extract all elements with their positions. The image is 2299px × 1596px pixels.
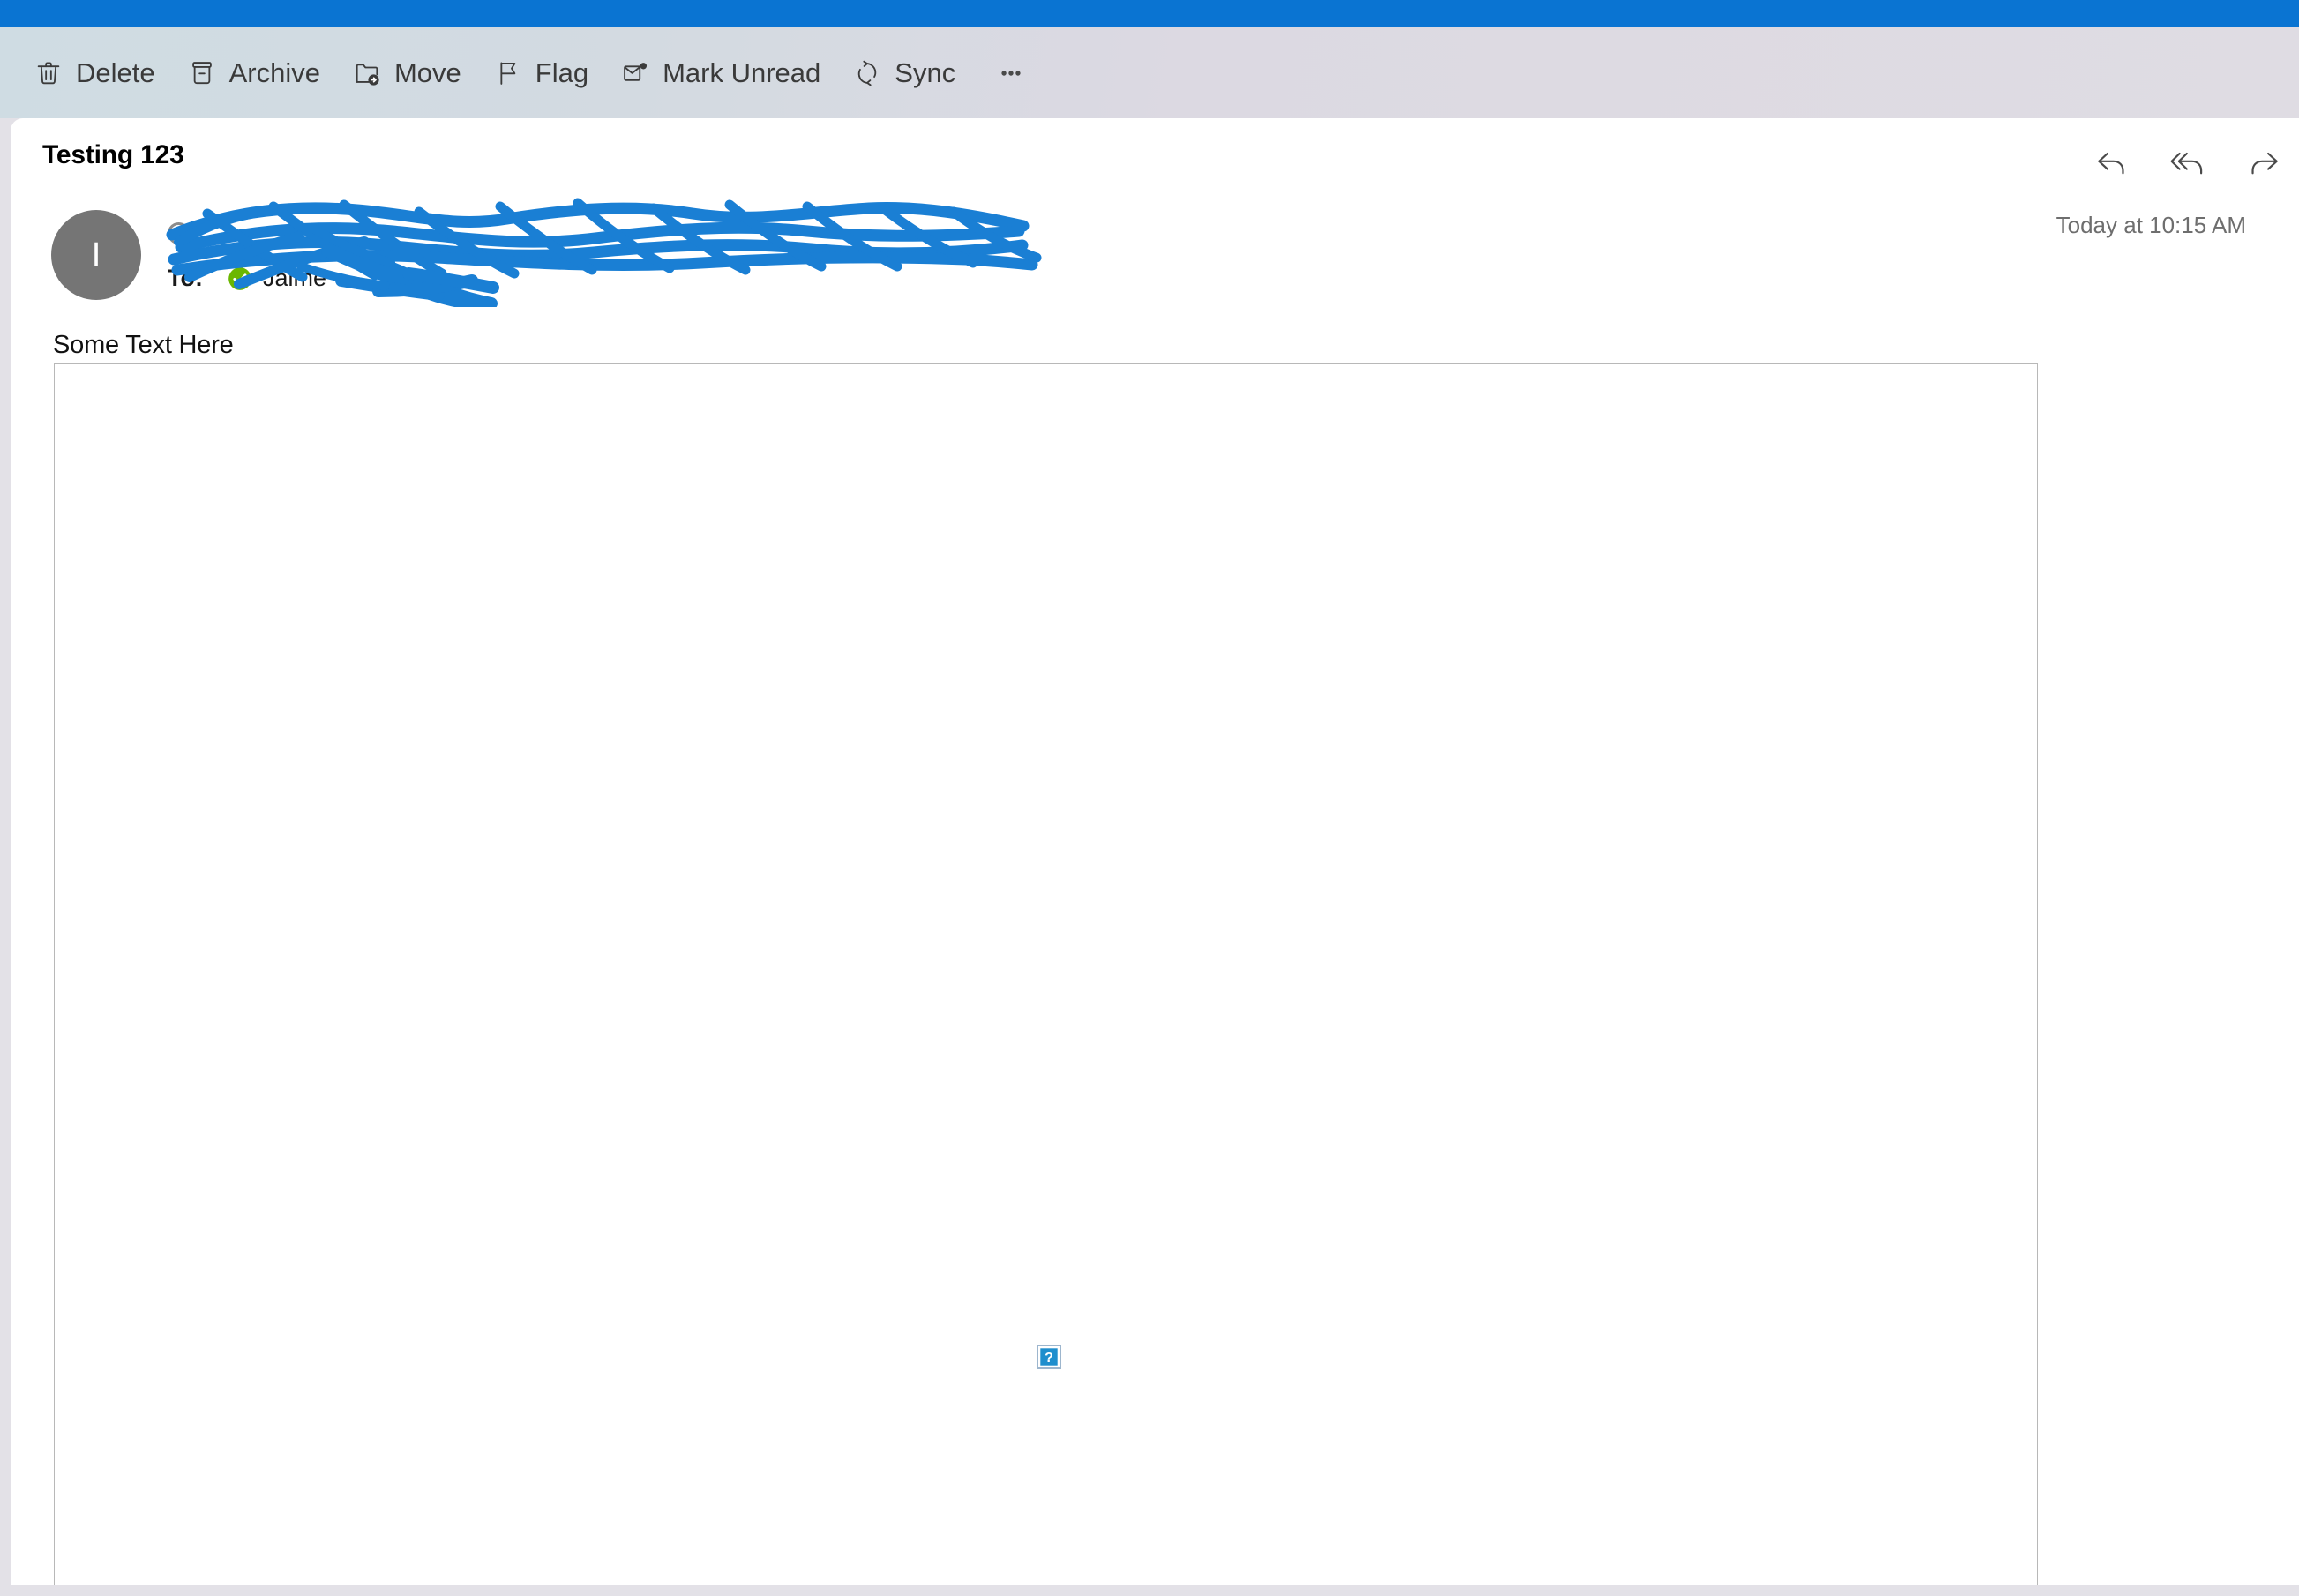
archive-button[interactable]: Archive: [175, 46, 340, 101]
delete-button[interactable]: Delete: [21, 46, 175, 101]
recipient-row: To: Jaime: [168, 265, 326, 292]
command-toolbar: Delete Archive Move Flag Mark Unread Syn…: [0, 27, 2299, 118]
folder-arrow-icon: [352, 58, 382, 88]
flag-icon: [493, 58, 523, 88]
reply-arrow-icon: [2093, 146, 2131, 181]
recipient-label: To:: [168, 265, 203, 291]
avatar-initial: I: [91, 236, 101, 273]
message-timestamp: Today at 10:15 AM: [2056, 212, 2246, 238]
ellipsis-icon: [996, 58, 1026, 88]
sync-button[interactable]: Sync: [840, 46, 975, 101]
trash-icon: [34, 58, 64, 88]
flag-button[interactable]: Flag: [481, 46, 608, 101]
archive-button-label: Archive: [228, 57, 320, 88]
sender-details: To: Jaime: [168, 210, 1226, 307]
mark-unread-button-label: Mark Unread: [663, 57, 821, 88]
message-header-actions: [2093, 146, 2283, 181]
verified-check-icon: [228, 266, 252, 291]
email-client-window: Delete Archive Move Flag Mark Unread Syn…: [0, 0, 2299, 1596]
message-subject: Testing 123: [42, 140, 184, 169]
delete-button-label: Delete: [76, 57, 155, 88]
sync-button-label: Sync: [895, 57, 956, 88]
more-options-button[interactable]: [980, 46, 1042, 101]
mark-unread-button[interactable]: Mark Unread: [608, 46, 840, 101]
reply-all-button[interactable]: [2168, 146, 2207, 181]
window-left-edge: [0, 0, 11, 1596]
move-button[interactable]: Move: [340, 46, 481, 101]
broken-image-placeholder-icon[interactable]: ?: [1037, 1345, 1061, 1369]
svg-text:?: ?: [1045, 1351, 1053, 1366]
reply-all-arrow-icon: [2168, 146, 2207, 181]
envelope-dot-icon: [620, 58, 650, 88]
reply-button[interactable]: [2093, 146, 2131, 181]
message-body-text: Some Text Here: [53, 331, 234, 359]
avatar[interactable]: I: [51, 210, 141, 300]
recipient-name[interactable]: Jaime: [263, 265, 326, 292]
presence-status-icon: [168, 222, 190, 244]
refresh-circle-icon: [852, 58, 882, 88]
move-button-label: Move: [393, 57, 461, 88]
flag-button-label: Flag: [535, 57, 589, 88]
archive-box-icon: [187, 58, 217, 88]
forward-arrow-icon: [2244, 146, 2283, 181]
forward-button[interactable]: [2244, 146, 2283, 181]
titlebar-accent-bar: [0, 0, 2299, 27]
message-content-frame: ?: [54, 363, 2038, 1585]
